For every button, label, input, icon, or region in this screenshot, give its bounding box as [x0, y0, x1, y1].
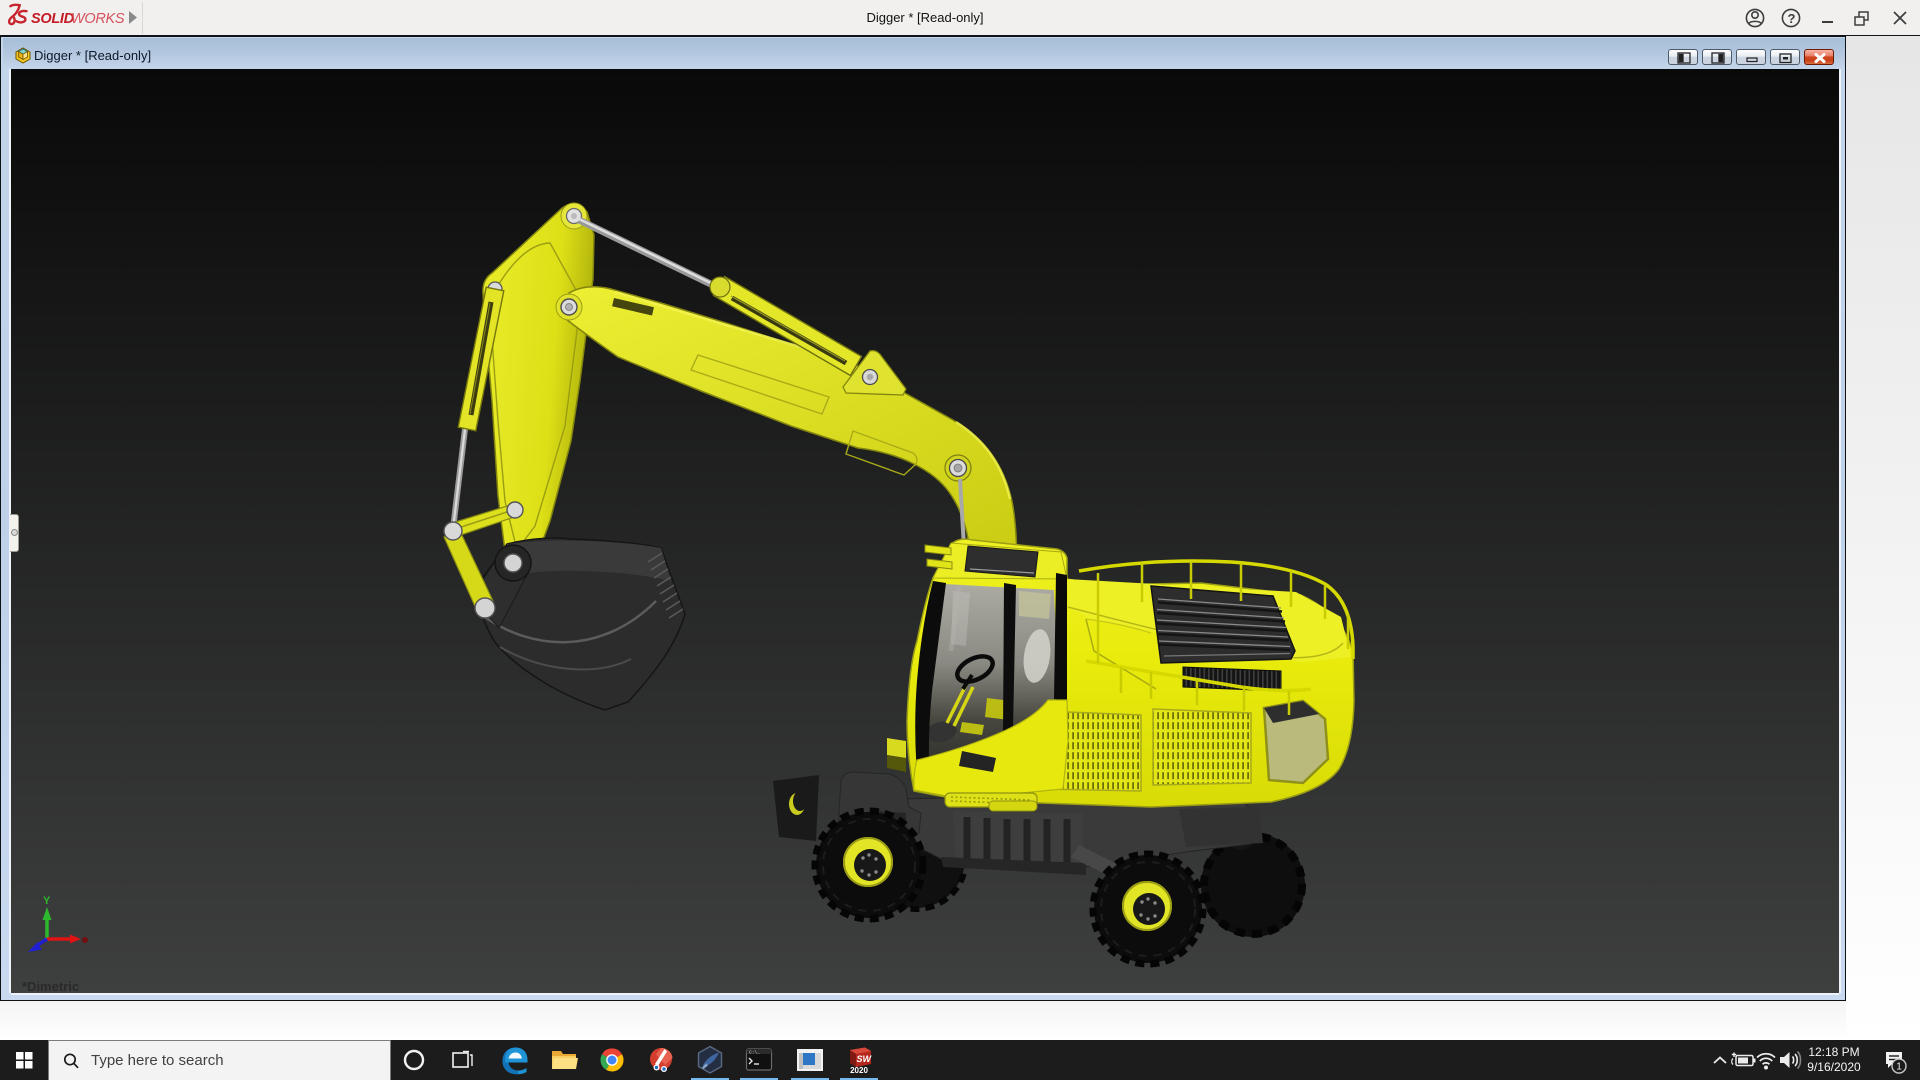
svg-text:?: ?: [1788, 11, 1796, 26]
svg-text:SW: SW: [857, 1054, 873, 1064]
svg-text:C:\_: C:\_: [749, 1050, 760, 1056]
svg-text:1: 1: [1896, 1062, 1902, 1073]
svg-text:*Dimetric: *Dimetric: [22, 979, 79, 993]
svg-text:2020: 2020: [850, 1066, 868, 1075]
svg-text:Y: Y: [43, 895, 51, 907]
